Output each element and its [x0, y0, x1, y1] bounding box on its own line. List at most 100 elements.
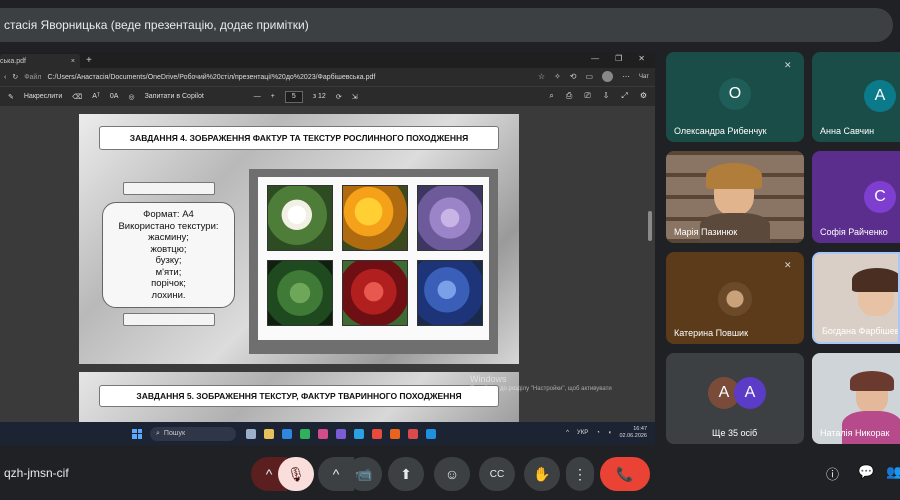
url-text[interactable]: C:/Users/Анастасія/Documents/OneDrive/Ро… — [47, 74, 375, 81]
windows-start-icon[interactable] — [132, 428, 142, 439]
slide-title: ЗАВДАННЯ 4. ЗОБРАЖЕННЯ ФАКТУР ТА ТЕКСТУР… — [99, 126, 499, 150]
system-tray: ^ УКР ◔ ◖ 16:47 02.06.2026 — [566, 426, 647, 440]
taskbar-clock[interactable]: 16:47 02.06.2026 — [619, 426, 647, 440]
leave-call-button[interactable]: 📞 — [600, 457, 650, 491]
window-close-icon[interactable]: ✕ — [638, 54, 645, 63]
draw-label[interactable]: Накреслити — [24, 93, 62, 100]
browser-tab[interactable]: ська.pdf × — [0, 54, 80, 68]
profile-avatar[interactable] — [602, 71, 614, 82]
edge-icon[interactable] — [282, 428, 292, 439]
eraser-icon[interactable]: ⌫ — [72, 93, 82, 101]
copilot-ask-label[interactable]: Запитати в Copilot — [145, 93, 204, 100]
taskbar-search-label: Пошук — [163, 430, 186, 437]
settings-icon[interactable]: ⚙ — [640, 91, 647, 101]
participant-tile[interactable]: Марія Пазинюк — [666, 151, 804, 243]
presenter-banner: стасія Яворницька (веде презентацію, дод… — [0, 8, 893, 42]
collections-icon[interactable]: ▭ — [585, 72, 593, 81]
tray-chevron-icon[interactable]: ^ — [566, 430, 569, 436]
more-participants-label: Ще 35 осіб — [712, 428, 758, 438]
slide-info-box: Формат: А4 Використано текстури: жасмину… — [102, 202, 235, 308]
more-options-button[interactable]: ⋮ — [566, 457, 594, 491]
read-aloud-tool[interactable]: 0A — [110, 93, 119, 100]
info-line: жовтцю; — [150, 243, 187, 255]
back-icon[interactable]: ‹ — [4, 74, 6, 81]
address-bar[interactable]: ‹ ↻ Файл C:/Users/Анастасія/Documents/On… — [0, 68, 655, 86]
task-view-icon[interactable] — [246, 428, 256, 439]
instagram-icon[interactable] — [318, 428, 328, 439]
info-line: м'яти; — [155, 266, 182, 278]
participant-tile[interactable]: ✕ О Олександра Рибенчук — [666, 52, 804, 142]
browser-tab-title: ська.pdf — [0, 57, 26, 65]
mint-artwork — [267, 260, 333, 326]
participant-hair — [852, 268, 898, 292]
more-participants-tile[interactable]: А А Ще 35 осіб — [666, 353, 804, 444]
minimize-icon[interactable]: — — [591, 54, 599, 63]
camera-button[interactable]: 📹 — [346, 457, 382, 491]
present-button[interactable]: ⬆ — [388, 457, 424, 491]
rotate-icon[interactable]: ⟳ — [336, 93, 342, 101]
emoji-button[interactable]: ☺ — [434, 457, 470, 491]
more-icon[interactable]: ⋯ — [622, 72, 630, 81]
extensions-icon[interactable]: ✧ — [554, 72, 561, 81]
people-icon[interactable]: 👥 — [886, 464, 900, 480]
participant-name: Олександра Рибенчук — [674, 126, 767, 136]
blueberry-artwork — [417, 260, 483, 326]
close-icon[interactable]: × — [71, 58, 75, 65]
draw-icon[interactable]: ✎ — [8, 93, 14, 101]
participant-tile[interactable]: ✕ Катерина Повшик — [666, 252, 804, 344]
fullscreen-icon[interactable]: ⤢ — [621, 91, 627, 101]
participant-tile-active-speaker[interactable]: Богдана Фарбішевська — [812, 252, 900, 344]
copilot-icon[interactable]: ◎ — [128, 93, 134, 101]
zoom-in-icon[interactable]: + — [271, 93, 275, 100]
decor-label-top — [123, 182, 215, 195]
info-line: порічок; — [151, 278, 186, 289]
maximize-icon[interactable]: ❐ — [615, 54, 622, 63]
taskbar-search[interactable]: ⌕ Пошук — [150, 426, 236, 441]
new-tab-icon[interactable]: + — [86, 55, 92, 66]
participant-hair — [850, 371, 894, 391]
chrome-icon[interactable] — [372, 428, 382, 439]
history-icon[interactable]: ⟲ — [570, 72, 577, 81]
save-as-icon[interactable]: ⇩ — [603, 91, 610, 101]
app-icon[interactable] — [408, 428, 418, 439]
presenter-banner-text: стасія Яворницька (веде презентацію, дод… — [4, 18, 309, 32]
mic-off-button[interactable]: 🎙 — [278, 457, 314, 491]
reload-icon[interactable]: ↻ — [12, 73, 18, 81]
participant-tile[interactable]: Наталія Никорак — [812, 353, 900, 444]
raise-hand-button[interactable]: ✋ — [524, 457, 560, 491]
store-icon[interactable] — [300, 428, 310, 439]
meeting-controls: qzh-jmsn-cif ^ 🎙 ^ 📹 ⬆ ☺ CC ✋ ⋮ 📞 ⓘ 💬 👥 — [0, 452, 900, 500]
save-icon[interactable]: ⎚ — [584, 91, 590, 101]
opera-icon[interactable] — [390, 428, 400, 439]
lang-indicator[interactable]: УКР — [577, 430, 588, 436]
participant-tile[interactable]: С Софія Райченко — [812, 151, 900, 243]
star-icon[interactable]: ☆ — [538, 72, 545, 81]
edge-pinned-icon[interactable] — [426, 428, 436, 439]
wifi-icon[interactable]: ◔ — [596, 430, 600, 436]
explorer-icon[interactable] — [264, 428, 274, 439]
copilot-chat-label[interactable]: Чат — [639, 74, 649, 80]
shared-screen[interactable]: ська.pdf × + — ❐ ✕ ‹ ↻ Файл C:/Users/Ана… — [0, 52, 655, 445]
page-number-input[interactable]: 5 — [284, 90, 303, 103]
fit-page-icon[interactable]: ⇲ — [352, 93, 358, 101]
zoom-out-icon[interactable]: — — [254, 93, 261, 100]
viber-icon[interactable] — [336, 428, 346, 439]
watermark-line-1: Windows — [470, 374, 507, 384]
text-tool[interactable]: Aᵀ — [92, 93, 100, 100]
pdf-scrollbar[interactable] — [648, 211, 652, 241]
volume-icon[interactable]: ◖ — [608, 430, 612, 436]
participant-name: Марія Пазинюк — [674, 227, 738, 237]
windows-taskbar: ⌕ Пошук ^ УКР ◔ ◖ 16:47 02.06.2026 — [0, 422, 655, 445]
search-icon[interactable]: ⌕ — [549, 91, 553, 101]
participant-name: Софія Райченко — [820, 227, 888, 237]
jasmine-artwork — [267, 185, 333, 251]
telegram-icon[interactable] — [354, 428, 364, 439]
avatar: А — [864, 80, 896, 112]
print-icon[interactable]: ⎙ — [566, 91, 572, 101]
captions-button[interactable]: CC — [479, 457, 515, 491]
participant-name: Богдана Фарбішевська — [822, 326, 900, 336]
meeting-info-icon[interactable]: ⓘ — [826, 464, 839, 483]
participant-tile[interactable]: А Анна Савчин — [812, 52, 900, 142]
decor-label-bottom — [123, 313, 215, 326]
chat-icon[interactable]: 💬 — [858, 464, 874, 480]
